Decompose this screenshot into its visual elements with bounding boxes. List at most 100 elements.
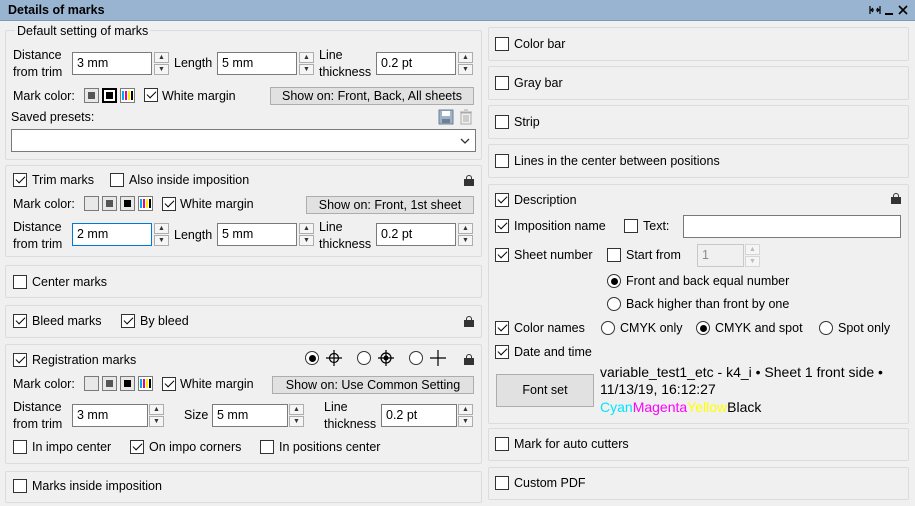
save-icon[interactable] bbox=[438, 109, 454, 128]
trim-show-on-button[interactable]: Show on: Front, 1st sheet bbox=[306, 196, 474, 214]
registration-marks-label: Registration marks bbox=[32, 353, 137, 367]
start-from-spinner[interactable]: ▲ ▼ bbox=[745, 244, 760, 267]
reg-color-gray-swatch[interactable] bbox=[102, 376, 117, 391]
start-from-checkbox[interactable] bbox=[607, 248, 621, 262]
trim-length-input[interactable]: 5 mm bbox=[217, 223, 297, 246]
bleed-marks-label: Bleed marks bbox=[32, 314, 102, 328]
reg-from-trim-label: from trim bbox=[13, 417, 63, 431]
default-distance-input[interactable]: 3 mm bbox=[72, 52, 152, 75]
trim-distance-input[interactable]: 2 mm bbox=[72, 223, 152, 246]
default-length-input[interactable]: 5 mm bbox=[217, 52, 297, 75]
marks-inside-imposition-checkbox[interactable] bbox=[13, 479, 27, 493]
delete-icon[interactable] bbox=[458, 109, 474, 128]
close-icon[interactable] bbox=[897, 4, 909, 16]
in-positions-center-checkbox[interactable] bbox=[260, 440, 274, 454]
custom-pdf-checkbox[interactable] bbox=[495, 476, 509, 490]
trim-line-spinner[interactable]: ▲ ▼ bbox=[458, 223, 473, 246]
reg-style-plus-radio[interactable] bbox=[409, 351, 423, 365]
color-bar-checkbox[interactable] bbox=[495, 37, 509, 51]
by-bleed-label: By bleed bbox=[140, 314, 189, 328]
trim-line-input[interactable]: 0.2 pt bbox=[376, 223, 456, 246]
default-line-input[interactable]: 0.2 pt bbox=[376, 52, 456, 75]
trim-marks-checkbox[interactable] bbox=[13, 173, 27, 187]
reg-color-black-swatch[interactable] bbox=[120, 376, 135, 391]
trim-color-gray-swatch[interactable] bbox=[102, 196, 117, 211]
reg-white-margin-checkbox[interactable] bbox=[162, 377, 176, 391]
reg-size-spinner[interactable]: ▲ ▼ bbox=[289, 404, 304, 427]
color-gray-swatch[interactable] bbox=[84, 88, 99, 103]
gray-bar-checkbox[interactable] bbox=[495, 76, 509, 90]
reg-color-cmyk-swatch[interactable] bbox=[138, 376, 153, 391]
title-bar: Details of marks bbox=[0, 0, 915, 21]
minimize-icon[interactable] bbox=[883, 4, 895, 16]
reg-line-label: Line bbox=[324, 400, 348, 414]
lines-center-checkbox[interactable] bbox=[495, 154, 509, 168]
reg-distance-input[interactable]: 3 mm bbox=[72, 404, 148, 427]
sheet-number-checkbox[interactable] bbox=[495, 248, 509, 262]
center-marks-label: Center marks bbox=[32, 275, 108, 289]
registration-marks-checkbox[interactable] bbox=[13, 353, 27, 367]
saved-presets-select[interactable] bbox=[11, 129, 476, 152]
reg-style-target-radio[interactable] bbox=[357, 351, 371, 365]
date-time-label: Date and time bbox=[514, 345, 592, 359]
reg-line-input[interactable]: 0.2 pt bbox=[381, 404, 457, 427]
trim-mark-color-label: Mark color: bbox=[13, 197, 75, 211]
spot-only-radio[interactable] bbox=[819, 321, 833, 335]
by-bleed-checkbox[interactable] bbox=[121, 314, 135, 328]
dock-icon[interactable] bbox=[869, 4, 881, 16]
trim-length-spinner[interactable]: ▲ ▼ bbox=[299, 223, 314, 246]
trim-color-cmyk-swatch[interactable] bbox=[138, 196, 153, 211]
preview-line-1: variable_test1_etc - k4_i • Sheet 1 fron… bbox=[600, 364, 883, 380]
gray-bar-label: Gray bar bbox=[514, 76, 563, 90]
color-cmyk-swatch[interactable] bbox=[120, 88, 135, 103]
description-checkbox[interactable] bbox=[495, 193, 509, 207]
window-title: Details of marks bbox=[8, 3, 105, 17]
text-label: Text: bbox=[643, 219, 670, 233]
default-show-on-button[interactable]: Show on: Front, Back, All sheets bbox=[270, 87, 474, 105]
font-set-button[interactable]: Font set bbox=[496, 374, 594, 407]
reg-color-none-swatch[interactable] bbox=[84, 376, 99, 391]
cmyk-only-radio[interactable] bbox=[601, 321, 615, 335]
trim-color-black-swatch[interactable] bbox=[120, 196, 135, 211]
reg-show-on-button[interactable]: Show on: Use Common Setting bbox=[272, 376, 474, 394]
default-distance-spinner[interactable]: ▲ ▼ bbox=[154, 52, 169, 75]
in-impo-center-checkbox[interactable] bbox=[13, 440, 27, 454]
text-checkbox[interactable] bbox=[624, 219, 638, 233]
reg-size-input[interactable]: 5 mm bbox=[212, 404, 288, 427]
color-bar-label: Color bar bbox=[514, 37, 566, 51]
preview-yellow: Yellow bbox=[687, 399, 728, 415]
reg-line-spinner[interactable]: ▲ ▼ bbox=[458, 404, 473, 427]
trim-distance-label: Distance bbox=[13, 220, 62, 234]
also-inside-imposition-checkbox[interactable] bbox=[110, 173, 124, 187]
color-names-checkbox[interactable] bbox=[495, 321, 509, 335]
strip-checkbox[interactable] bbox=[495, 115, 509, 129]
center-marks-checkbox[interactable] bbox=[13, 275, 27, 289]
trim-white-margin-checkbox[interactable] bbox=[162, 197, 176, 211]
trim-distance-spinner[interactable]: ▲ ▼ bbox=[154, 223, 169, 246]
imposition-name-checkbox[interactable] bbox=[495, 219, 509, 233]
default-white-margin-checkbox[interactable] bbox=[144, 88, 158, 102]
plus-icon bbox=[430, 350, 446, 369]
start-from-input[interactable]: 1 bbox=[697, 244, 744, 267]
mark-color-label: Mark color: bbox=[13, 89, 75, 103]
preview-magenta: Magenta bbox=[632, 399, 688, 415]
reg-style-crosshair-radio[interactable] bbox=[305, 351, 319, 365]
auto-cutters-checkbox[interactable] bbox=[495, 437, 509, 451]
description-text-input[interactable] bbox=[683, 215, 901, 238]
cmyk-spot-radio[interactable] bbox=[696, 321, 710, 335]
trim-from-trim-label: from trim bbox=[13, 237, 63, 251]
default-line-spinner[interactable]: ▲ ▼ bbox=[458, 52, 473, 75]
lines-center-label: Lines in the center between positions bbox=[514, 154, 720, 168]
color-black-swatch[interactable] bbox=[102, 88, 117, 103]
on-impo-corners-checkbox[interactable] bbox=[130, 440, 144, 454]
front-back-equal-radio[interactable] bbox=[607, 274, 621, 288]
back-higher-radio[interactable] bbox=[607, 297, 621, 311]
default-length-spinner[interactable]: ▲ ▼ bbox=[299, 52, 314, 75]
reg-distance-spinner[interactable]: ▲ ▼ bbox=[149, 404, 164, 427]
trim-color-none-swatch[interactable] bbox=[84, 196, 99, 211]
custom-pdf-label: Custom PDF bbox=[514, 476, 586, 490]
trim-length-label: Length bbox=[174, 228, 213, 242]
from-trim-label: from trim bbox=[13, 65, 63, 79]
date-time-checkbox[interactable] bbox=[495, 345, 509, 359]
bleed-marks-checkbox[interactable] bbox=[13, 314, 27, 328]
